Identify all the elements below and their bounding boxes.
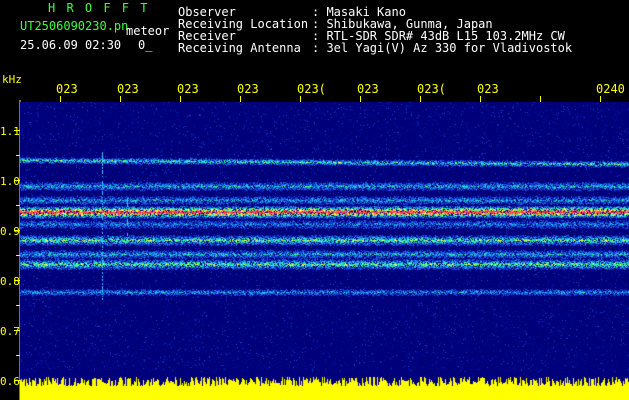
spectrogram — [20, 102, 629, 400]
spectrogram-canvas — [20, 102, 629, 400]
